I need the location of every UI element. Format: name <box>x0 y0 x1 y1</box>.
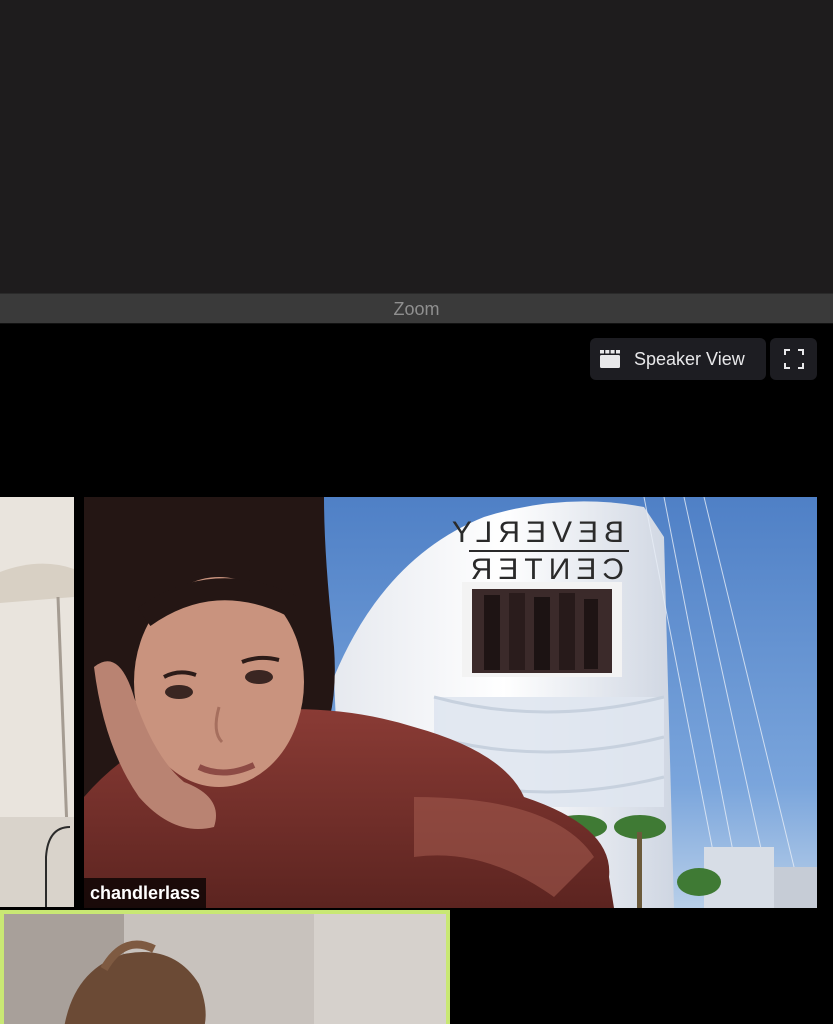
desktop-background <box>0 0 833 293</box>
lamp-scene <box>0 497 74 907</box>
participant-tile-left[interactable] <box>0 497 74 907</box>
sign-line-2: CENTER <box>465 553 624 586</box>
speaker-view-button[interactable]: Speaker View <box>590 338 766 380</box>
sign-line-1: BEVERLY <box>446 516 624 549</box>
window-titlebar[interactable]: Zoom <box>0 293 833 324</box>
speaker-view-label: Speaker View <box>634 348 745 369</box>
virtual-background: BEVERLY CENTER <box>84 497 817 908</box>
participant-video-bottom <box>4 914 446 1024</box>
fullscreen-button[interactable] <box>770 338 817 380</box>
fullscreen-icon <box>783 349 804 369</box>
participant-tile-main[interactable]: BEVERLY CENTER <box>84 497 817 908</box>
zoom-screen: Zoom Speaker View BEVERLY CENTER chandle… <box>0 0 833 1024</box>
window-title: Zoom <box>393 299 440 319</box>
grid-icon <box>600 350 620 368</box>
participant-name-tag: chandlerlass <box>84 878 207 908</box>
participant-tile-active-speaker[interactable] <box>0 910 450 1024</box>
